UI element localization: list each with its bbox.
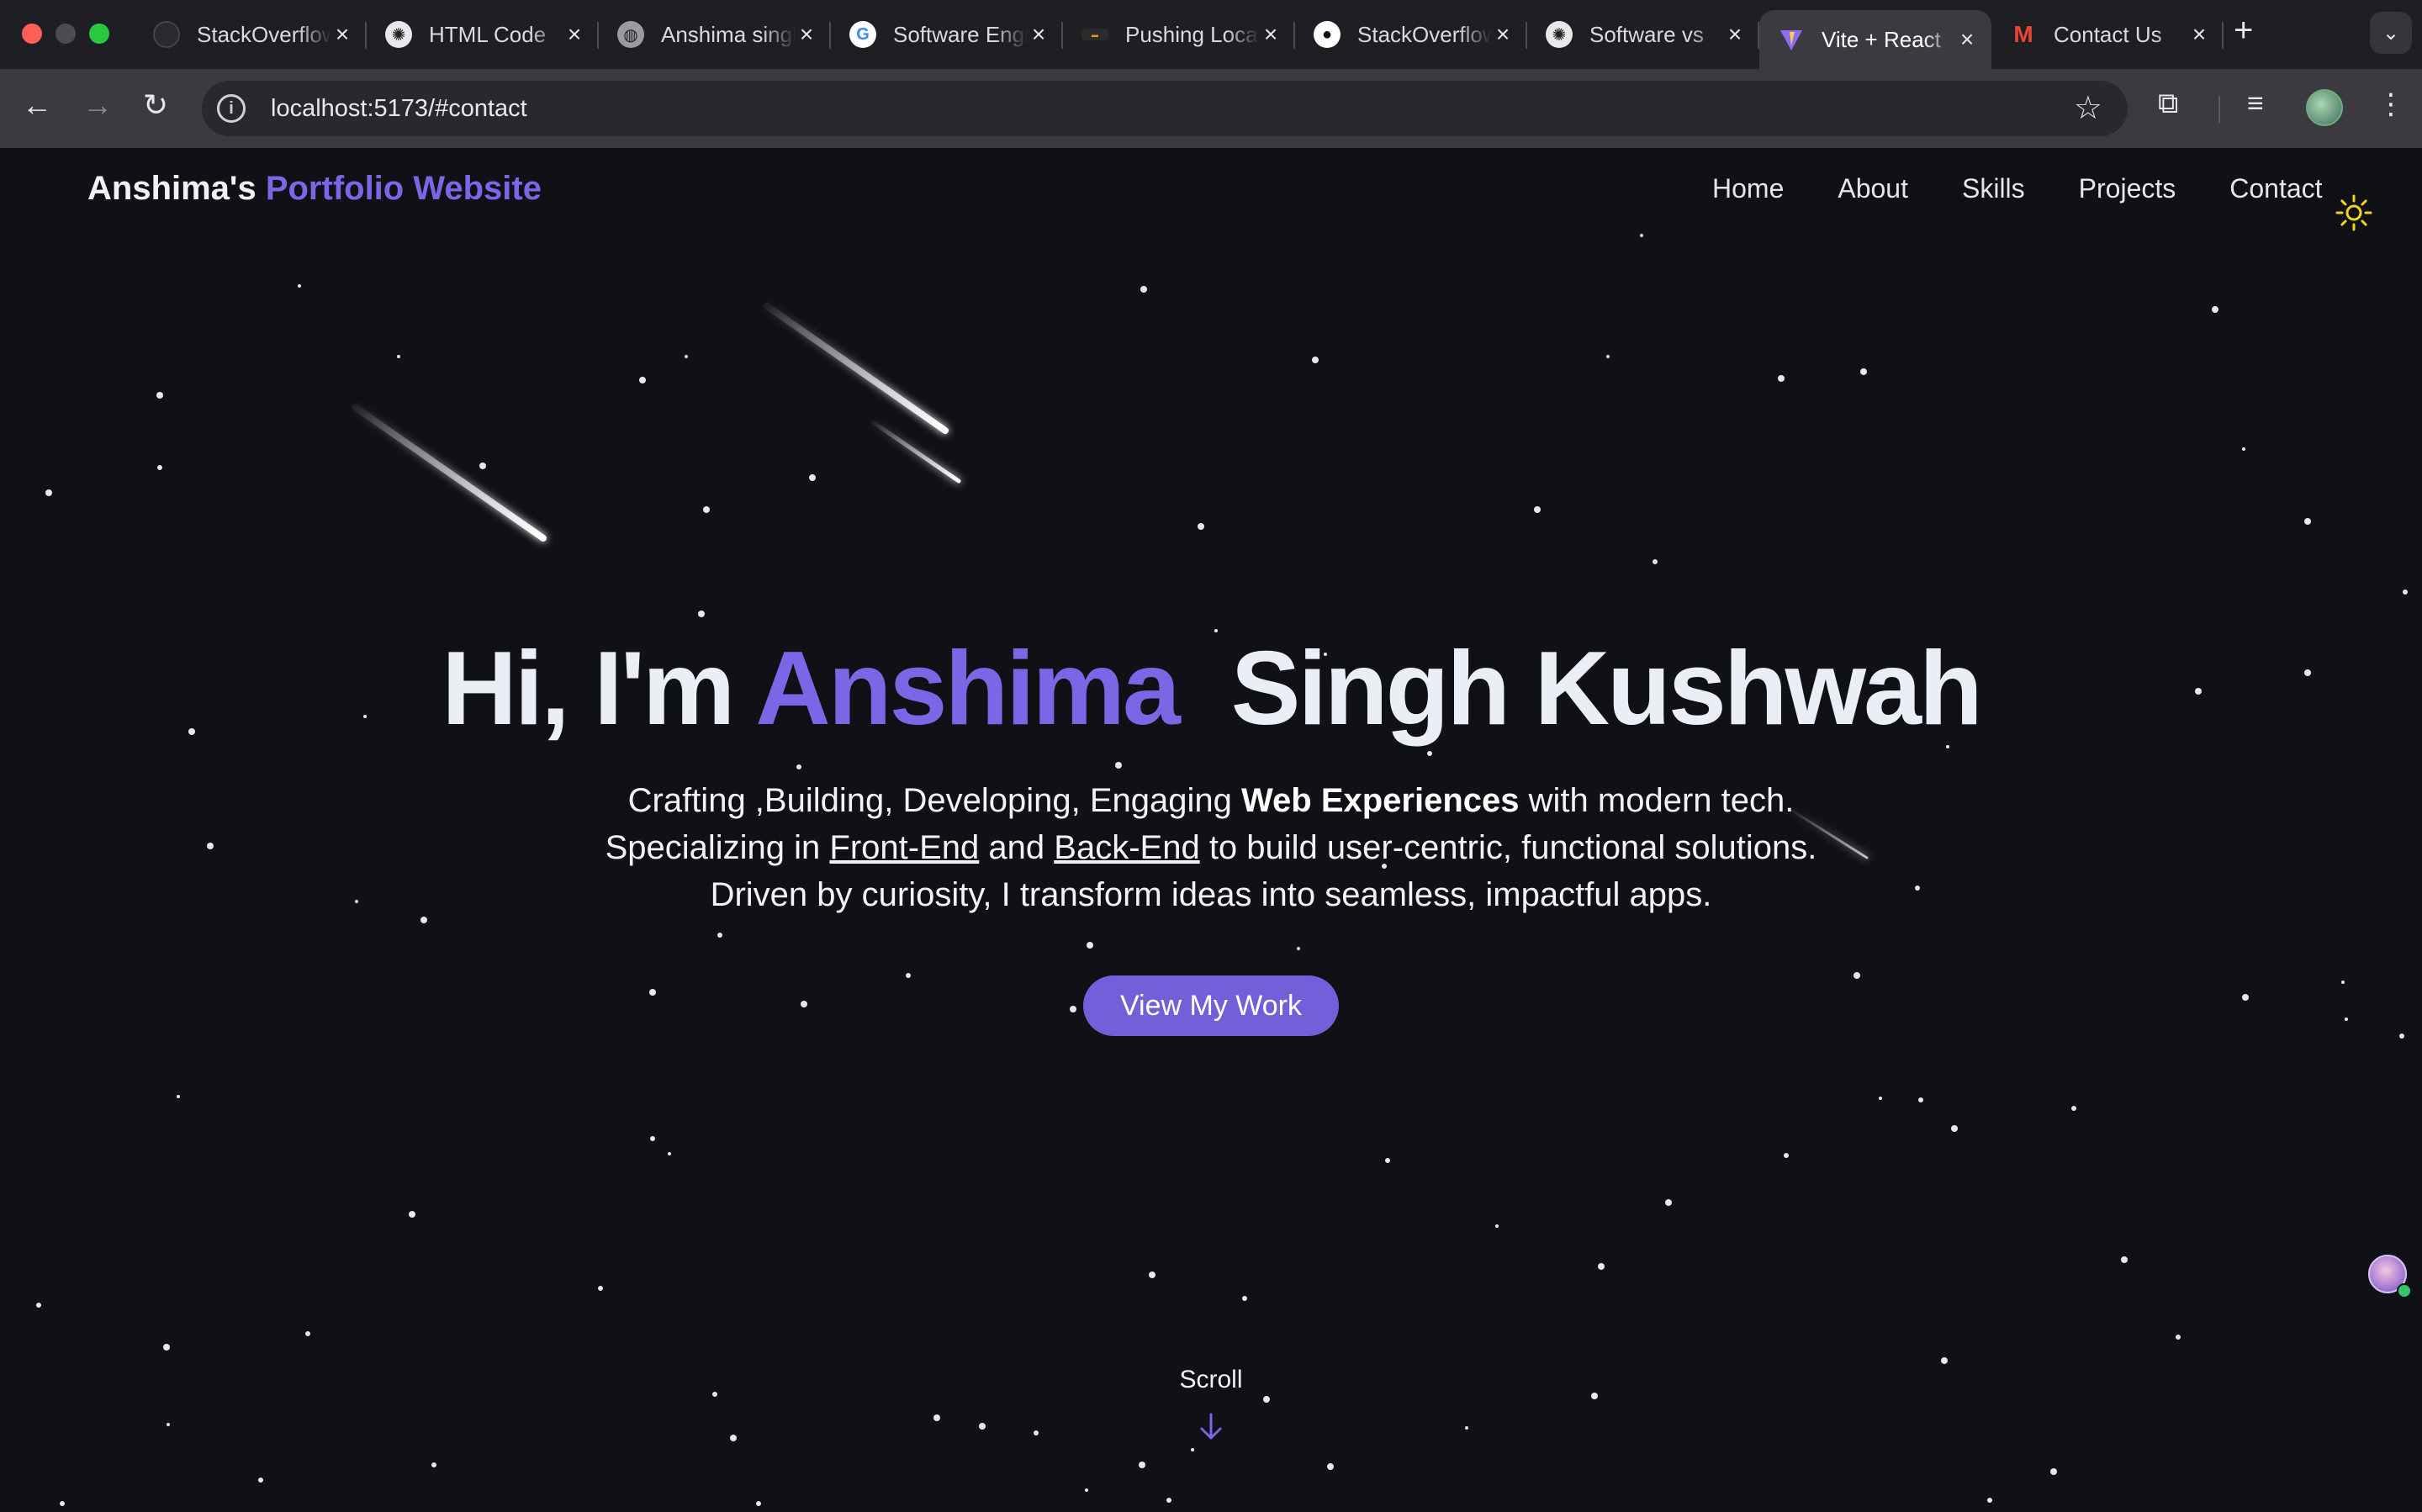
tab-title: Pushing Local <box>1125 21 1260 48</box>
address-bar[interactable]: i localhost:5173/#contact ☆ <box>202 81 2128 136</box>
window-close-button[interactable] <box>22 24 42 44</box>
extensions-icon[interactable]: ⧉ <box>2158 87 2178 120</box>
hero-line-2-end: to build user-centric, functional soluti… <box>1208 829 1817 866</box>
window-minimize-button[interactable] <box>56 24 76 44</box>
hero-first-name: Anshima <box>755 631 1181 747</box>
hero-line-1-text: Crafting ,Building, Developing, Engaging <box>627 782 1232 819</box>
back-end-link[interactable]: Back-End <box>1054 829 1199 866</box>
sun-icon[interactable] <box>2335 193 2373 232</box>
nav-projects-link[interactable]: Projects <box>2079 173 2176 204</box>
hero-line-3: Driven by curiosity, I transform ideas i… <box>710 876 1712 913</box>
codegrepper-icon: ▬ <box>1081 29 1108 40</box>
gmail-icon: M <box>2013 21 2033 47</box>
main-nav: Home About Skills Projects Contact <box>1712 173 2377 204</box>
tab-contact-us[interactable]: M Contact Us × <box>1991 10 2224 59</box>
nav-skills-link[interactable]: Skills <box>1962 173 2025 204</box>
tab-title: Contact Us <box>2054 21 2188 48</box>
tab-html-code[interactable]: ✺ HTML Code × <box>367 10 599 59</box>
nav-contact-link[interactable]: Contact <box>2229 173 2322 204</box>
nav-about-link[interactable]: About <box>1838 173 1908 204</box>
toolbar-divider <box>2218 96 2220 123</box>
google-icon: G <box>849 21 876 48</box>
close-icon[interactable]: × <box>796 21 817 48</box>
forward-arrow-icon[interactable]: → <box>82 87 113 123</box>
browser-tab-bar: StackOverflow × ✺ HTML Code × ◍ Anshima … <box>0 0 2422 69</box>
hero-greeting: Hi, I'm <box>442 631 735 747</box>
tab-title: Vite + React <box>1822 26 1956 53</box>
front-end-link[interactable]: Front-End <box>829 829 979 866</box>
close-icon[interactable]: × <box>331 21 353 48</box>
site-logo[interactable]: Anshima's Portfolio Website <box>87 170 542 208</box>
hero-title: Hi, I'm Anshima Singh Kushwah <box>0 629 2422 748</box>
bookmark-star-icon[interactable]: ☆ <box>2074 89 2102 127</box>
site-info-icon[interactable]: i <box>217 94 246 123</box>
close-icon[interactable]: × <box>2188 21 2210 48</box>
tab-title: HTML Code <box>429 21 563 48</box>
hero-line-1-end: with modern tech. <box>1528 782 1795 819</box>
url-text[interactable]: localhost:5173/#contact <box>271 95 527 123</box>
tab-pushing-local[interactable]: ▬ Pushing Local × <box>1063 10 1295 59</box>
hero-last-name: Singh Kushwah <box>1230 631 1983 747</box>
tab-title: Software Engineer <box>893 21 1028 48</box>
portfolio-page: Anshima's Portfolio Website Home About S… <box>0 148 2422 1512</box>
media-control-icon[interactable]: ≡ <box>2247 87 2264 120</box>
close-icon[interactable]: × <box>1492 21 1514 48</box>
profile-avatar[interactable] <box>2306 89 2343 126</box>
window-maximize-button[interactable] <box>89 24 109 44</box>
hero-line-2-and: and <box>988 829 1045 866</box>
chatgpt-icon: ✺ <box>385 21 412 48</box>
arrow-down-icon[interactable] <box>1198 1409 1224 1443</box>
hero-subtitle: Crafting ,Building, Developing, Engaging… <box>0 777 2422 918</box>
hero-line-1-bold: Web Experiences <box>1241 782 1520 819</box>
close-icon[interactable]: × <box>1028 21 1050 48</box>
reload-icon[interactable]: ↻ <box>143 87 168 123</box>
tab-strip: StackOverflow × ✺ HTML Code × ◍ Anshima … <box>135 10 2224 69</box>
hero-line-2: Specializing in Front-End and Back-End t… <box>0 824 2422 871</box>
close-icon[interactable]: × <box>1724 21 1746 48</box>
new-tab-button[interactable]: + <box>2234 12 2253 50</box>
tab-software-vs[interactable]: ✺ Software vs × <box>1527 10 1759 59</box>
hero-line-1: Crafting ,Building, Developing, Engaging… <box>0 777 2422 824</box>
tab-stackoverflow-2[interactable]: ● StackOverflow × <box>1295 10 1527 59</box>
shooting-stars <box>352 303 1869 859</box>
tab-stackoverflow-1[interactable]: StackOverflow × <box>135 10 367 59</box>
close-icon[interactable]: × <box>1956 26 1978 53</box>
globe-icon: ◍ <box>617 21 644 48</box>
browser-toolbar: ← → ↻ i localhost:5173/#contact ☆ ⧉ ≡ ⋮ <box>0 69 2422 148</box>
logo-name: Anshima's <box>87 170 256 207</box>
scroll-label[interactable]: Scroll <box>0 1366 2422 1394</box>
vite-icon <box>1778 26 1805 53</box>
hero-line-2-text: Specializing in <box>605 829 821 866</box>
tab-anshima[interactable]: ◍ Anshima singh × <box>599 10 831 59</box>
tab-software-engineer[interactable]: G Software Engineer × <box>831 10 1063 59</box>
close-icon[interactable]: × <box>563 21 585 48</box>
close-icon[interactable]: × <box>1260 21 1282 48</box>
tab-title: Anshima singh <box>661 21 796 48</box>
stackoverflow-icon <box>153 21 180 48</box>
tab-search-button[interactable]: ⌄ <box>2370 12 2412 54</box>
tab-title: StackOverflow <box>1357 21 1492 48</box>
online-status-dot <box>2397 1283 2412 1298</box>
view-my-work-button[interactable]: View My Work <box>1083 975 1339 1036</box>
tab-title: Software vs <box>1589 21 1724 48</box>
logo-accent: Portfolio Website <box>265 170 542 207</box>
back-arrow-icon[interactable]: ← <box>22 87 52 123</box>
tab-title: StackOverflow <box>197 21 331 48</box>
nav-home-link[interactable]: Home <box>1712 173 1784 204</box>
chatgpt-icon: ✺ <box>1546 21 1573 48</box>
tab-vite-react[interactable]: Vite + React × <box>1759 10 1991 69</box>
github-icon: ● <box>1314 21 1341 48</box>
kebab-menu-icon[interactable]: ⋮ <box>2377 87 2405 121</box>
